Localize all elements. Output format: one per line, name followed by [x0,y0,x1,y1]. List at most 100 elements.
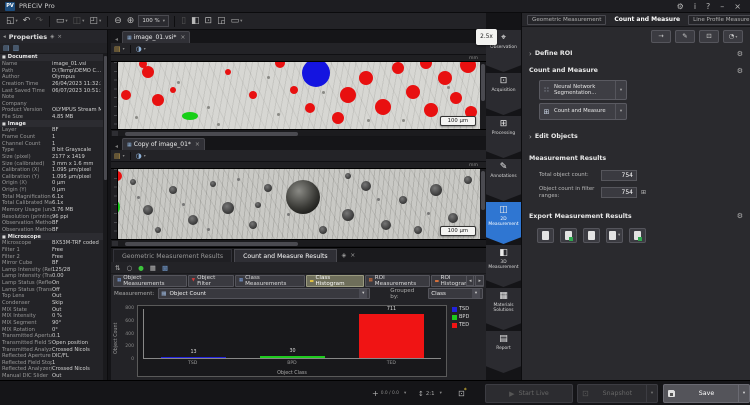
properties-section-microscope[interactable]: Microscope [0,233,103,240]
tab-roi-measurements[interactable]: ▦ ROI Measurements [365,275,431,287]
collapse-panel-icon[interactable]: ◂ [3,34,6,40]
property-row[interactable]: Reflected Field Stop 1 [0,359,103,366]
help-icon[interactable]: ? [706,2,710,11]
property-row[interactable]: Origin (Y) 0 µm [0,187,103,194]
tab-count-and-measure-results[interactable]: Count and Measure Results [234,249,337,262]
property-row[interactable]: Manual DIC Slider Out [0,373,103,380]
close-icon[interactable]: × [195,141,200,148]
sort-objects-button[interactable]: ⇅ [114,263,121,273]
close-button[interactable]: × [734,2,741,11]
zoom-out-button[interactable]: ⊖ [113,14,123,28]
properties-view-icon[interactable]: ▤ [3,44,10,52]
properties-section-document[interactable]: Document [0,54,103,61]
export-excel-button[interactable] [560,228,577,243]
tab-count-and-measure[interactable]: Count and Measure [609,14,685,25]
define-roi-section[interactable]: › Define ROI ⚙ [529,47,743,60]
edit-filter-ranges-button[interactable]: ⊞ [641,189,646,196]
monitor-button[interactable]: ▭▾ [230,14,244,28]
viewer-canvas-1[interactable]: 100 µm [118,62,480,129]
chevron-down-icon[interactable]: ▾ [738,385,749,402]
grouped-by-select[interactable]: Class ▾ [428,288,483,299]
layout-split-button[interactable]: ◧ [190,14,201,28]
scrollbar-thumb[interactable] [104,56,107,180]
gear-icon[interactable]: ⚙ [737,67,743,75]
sidebar-item-acquisition[interactable]: ⊡ Acquisition [486,73,521,115]
properties-section-image[interactable]: Image [0,120,103,127]
layout-single-button[interactable]: ▯ [180,14,187,28]
property-row[interactable]: Condenser Skip [0,300,103,307]
count-and-measure-button[interactable]: ⊞ Count and Measure ▾ [539,103,627,120]
layer-selector[interactable]: ▤▾ [114,45,125,53]
save-measurement-button[interactable]: ⊡ [699,30,719,43]
property-row[interactable]: Company [0,100,103,107]
property-row[interactable]: Path D:\Temp\DEMO C... [0,67,103,74]
pin-icon[interactable]: ◈ [50,34,54,40]
sidebar-item-annotations[interactable]: ✎ Annotations [486,159,521,201]
chevron-down-icon[interactable]: ▾ [615,104,626,119]
property-row[interactable]: Top Lens Out [0,293,103,300]
property-row[interactable]: Size (calibrated) 3 mm x 1.6 mm [0,160,103,167]
pan-corner-icon[interactable] [112,131,118,136]
edit-objects-section[interactable]: › Edit Objects [529,130,743,143]
property-row[interactable]: Name image_01.vsi [0,61,103,68]
property-row[interactable]: Calibration (X) 1.095 µm/pixel [0,167,103,174]
viewer-canvas-2[interactable]: 100 µm [118,169,480,239]
minimize-button[interactable]: – [720,2,724,11]
chevron-down-icon[interactable]: ▾ [646,385,657,402]
property-row[interactable]: Transmitted Apertur... 0.1 [0,333,103,340]
property-row[interactable]: MIX Intensity 0 % [0,313,103,320]
display-mode-selector[interactable]: ◑▾ [136,45,146,53]
undo-button[interactable]: ↶ [22,14,32,28]
zoom-level-select[interactable]: 100 %▾ [138,15,169,27]
tab-copy-of-image-01[interactable]: ▦ Copy of image_01* × [122,138,205,150]
fullscreen-button[interactable]: ◲ [216,14,227,28]
tab-scroll-left-icon[interactable]: ◂ [466,275,475,286]
sidebar-item-processing[interactable]: ⊞ Processing [486,116,521,158]
property-row[interactable]: File Size 4.85 MB [0,114,103,121]
snapshot-button[interactable]: ⊡ Snapshot ▾ [577,384,658,403]
open-button[interactable]: ◱▾ [5,14,19,28]
sidebar-item-2d-measurement[interactable]: ◫ 2D Measurement [486,202,521,244]
image-view-button[interactable]: ▩ [161,263,169,273]
property-row[interactable]: Transmitted Field Stop Open position [0,340,103,347]
gear-icon[interactable]: ⚙ [737,50,743,58]
property-row[interactable]: Type 8 bit Grayscale [0,147,103,154]
property-row[interactable]: Lamp Status (Reflect... On [0,280,103,287]
close-icon[interactable]: × [57,34,62,40]
sidebar-item-materials-solutions[interactable]: ▦ Materials Solutions [486,288,521,330]
property-row[interactable]: Filter 1 Free [0,247,103,254]
property-row[interactable]: MIX State Out [0,306,103,313]
property-row[interactable]: Reflected Aperture St... DIC/FL [0,353,103,360]
properties-category-icon[interactable]: ▥ [13,44,20,52]
export-workbook-button[interactable] [629,228,646,243]
properties-scrollbar[interactable] [103,54,107,380]
add-measurement-button[interactable]: → [651,30,671,43]
class-color-button[interactable]: ● [137,263,145,273]
sidebar-item-3d-measurement[interactable]: ◧ 3D Measurement [486,245,521,287]
tab-scroll-left-icon[interactable]: ◂ [113,36,120,43]
property-row[interactable]: Author Olympus [0,74,103,81]
tab-class-measurements[interactable]: ▦ Class Measurements [235,275,305,287]
measurement-select[interactable]: ▦ Object Count ▾ [158,288,370,299]
display-mode-selector[interactable]: ◑▾ [136,152,146,160]
property-row[interactable]: Observation Method BF [0,220,103,227]
sidebar-item-report[interactable]: ▤ Report [486,331,521,373]
property-row[interactable]: Memory Usage (unco... 3.76 MB [0,207,103,214]
tab-geometric-measurement[interactable]: Geometric Measurement [527,15,606,25]
property-row[interactable]: Lamp Intensity (Trans... 0.00 [0,273,103,280]
scrollbar-thumb[interactable] [125,132,298,136]
save-button[interactable]: Save ▾ [663,384,750,403]
horizontal-scrollbar[interactable] [111,239,486,246]
property-row[interactable]: Filter 2 Free [0,253,103,260]
property-row[interactable]: Size (pixel) 2177 x 1419 [0,154,103,161]
property-row[interactable]: MIX Segment 90° [0,320,103,327]
chevron-down-icon[interactable]: ▾ [615,81,626,99]
property-row[interactable]: Layer BF [0,127,103,134]
scrollbar-thumb[interactable] [481,64,485,101]
color-picker-button[interactable]: ◔▾ [723,30,743,43]
export-data-button[interactable] [537,228,554,243]
property-row[interactable]: Calibration (Y) 1.095 µm/pixel [0,174,103,181]
gallery-view-button[interactable]: ▦ [149,263,157,273]
zoom-in-button[interactable]: ⊕ [126,14,136,28]
tab-object-filter[interactable]: ▼ Object Filter [188,275,234,287]
